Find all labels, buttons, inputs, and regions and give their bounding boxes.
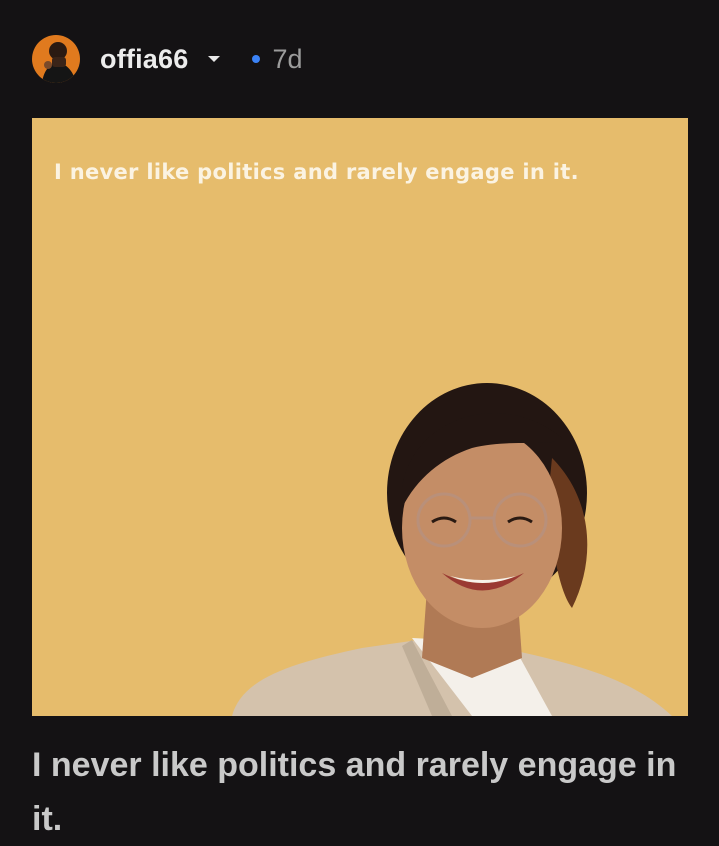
online-dot-icon [252,55,261,63]
post-image[interactable]: I never like politics and rarely engage … [32,118,688,716]
post-header: offia66 7d [32,34,302,84]
woman-portrait-illustration [232,383,672,716]
author-username[interactable]: offia66 [100,44,188,75]
chevron-down-icon[interactable] [208,56,221,62]
post-timestamp: 7d [272,43,303,74]
post-caption: I never like politics and rarely engage … [32,746,677,838]
author-avatar[interactable] [32,35,80,83]
